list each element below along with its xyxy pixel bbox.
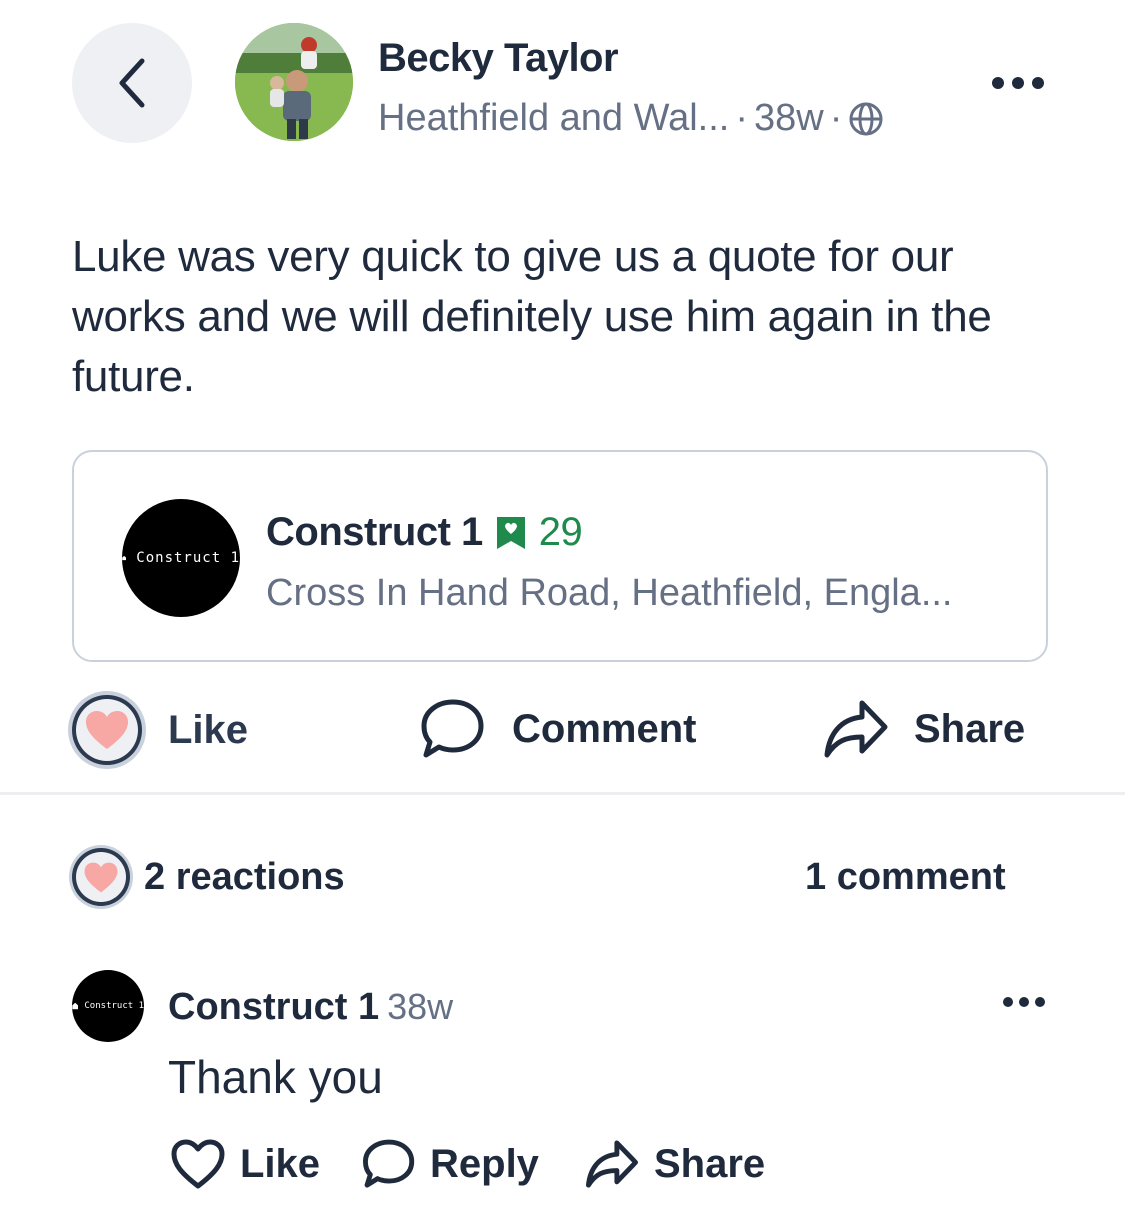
share-button[interactable]: Share <box>822 697 1025 761</box>
reaction-icon-wrapper <box>72 848 130 906</box>
commenter-logo-text: Construct 1 <box>84 1001 144 1011</box>
comment-label: Comment <box>512 706 697 751</box>
business-card[interactable]: Construct 1 Construct 1 29 Cross In Hand… <box>72 450 1048 662</box>
author-avatar[interactable] <box>235 23 353 141</box>
reactions-summary[interactable]: 2 reactions <box>72 848 345 906</box>
share-arrow-icon <box>586 1140 638 1188</box>
heart-icon <box>86 711 128 749</box>
section-divider <box>0 792 1125 795</box>
more-dot <box>992 77 1004 89</box>
post-body: Luke was very quick to give us a quote f… <box>72 232 992 401</box>
recommendation-count: 29 <box>538 510 583 554</box>
comment-reply-label: Reply <box>430 1141 539 1186</box>
meta-separator: · <box>829 97 843 139</box>
more-dot <box>1032 77 1044 89</box>
share-arrow-icon <box>824 700 888 758</box>
more-dot <box>1019 997 1029 1007</box>
like-label: Like <box>168 707 249 752</box>
business-name[interactable]: Construct 1 <box>266 510 483 555</box>
author-photo <box>235 23 353 141</box>
comment-share-button[interactable]: Share <box>584 1138 765 1190</box>
comment-reply-button[interactable]: Reply <box>362 1138 539 1190</box>
more-dot <box>1035 997 1045 1007</box>
comment-age: 38w <box>387 986 454 1027</box>
speech-bubble-icon <box>421 699 484 758</box>
house-icon <box>122 555 127 561</box>
comment-text: Thank you <box>168 1051 383 1103</box>
like-icon-wrapper <box>72 695 142 765</box>
business-address: Cross In Hand Road, Heathfield, Engla... <box>266 572 953 614</box>
author-name[interactable]: Becky Taylor <box>378 36 619 81</box>
back-button[interactable] <box>72 23 192 143</box>
commenter-name[interactable]: Construct 1 <box>168 986 379 1029</box>
commenter-avatar[interactable]: Construct 1 <box>72 970 144 1042</box>
heart-icon <box>84 862 118 892</box>
comments-count[interactable]: 1 comment <box>805 856 1006 899</box>
post-meta: Heathfield and Wal... · 38w · <box>378 97 884 140</box>
reactions-count: 2 reactions <box>144 855 345 898</box>
more-dot <box>1012 77 1024 89</box>
meta-separator: · <box>735 97 748 139</box>
author-location[interactable]: Heathfield and Wal... <box>378 97 729 140</box>
business-name-row: Construct 1 29 <box>266 510 583 555</box>
share-label: Share <box>914 706 1026 751</box>
business-logo-text: Construct 1 <box>136 550 240 566</box>
comment-share-label: Share <box>654 1141 766 1186</box>
comment-button[interactable]: Comment <box>420 697 696 761</box>
speech-bubble-icon <box>363 1139 415 1188</box>
heart-outline-icon <box>171 1139 225 1189</box>
post-more-button[interactable] <box>988 66 1048 100</box>
recommend-heart-icon <box>496 516 525 549</box>
comment-like-button[interactable]: Like <box>170 1138 320 1190</box>
globe-icon <box>849 102 883 135</box>
comment-more-button[interactable] <box>998 985 1050 1019</box>
more-dot <box>1003 997 1013 1007</box>
house-icon <box>72 1002 79 1010</box>
chevron-left-icon <box>119 58 145 108</box>
business-logo: Construct 1 <box>122 499 240 617</box>
comment-like-label: Like <box>240 1141 321 1186</box>
post-age: 38w <box>754 97 824 139</box>
like-button[interactable]: Like <box>72 695 248 765</box>
comment-header: Construct 1 38w <box>168 986 453 1029</box>
